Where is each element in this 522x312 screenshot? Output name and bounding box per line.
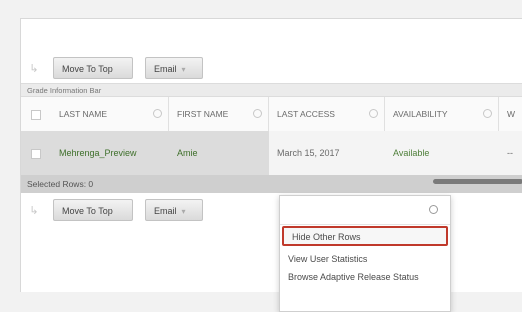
selected-rows-label: Selected Rows: 0 (27, 179, 94, 189)
row-checkbox[interactable] (31, 149, 41, 159)
top-action-bar: ↳ Move To Top Email ▾ (21, 55, 522, 81)
menu-item-browse-adaptive-release[interactable]: Browse Adaptive Release Status (280, 271, 430, 299)
chevron-down-icon: ▾ (181, 207, 186, 216)
cell-availability: Available (385, 131, 499, 175)
column-header-partial[interactable]: W (499, 97, 522, 131)
cell-last-name[interactable]: Mehrenga_Preview (51, 131, 169, 175)
email-label: Email (154, 206, 177, 216)
column-header-availability[interactable]: AVAILABILITY (385, 97, 499, 131)
column-options-icon[interactable] (253, 109, 262, 118)
select-arrow-icon: ↳ (29, 63, 39, 75)
column-header-label: FIRST NAME (177, 109, 229, 119)
menu-item-hide-other-rows[interactable]: Hide Other Rows (282, 226, 448, 246)
gear-icon[interactable] (429, 205, 438, 214)
menu-header (280, 196, 450, 225)
column-header-label: AVAILABILITY (393, 109, 448, 119)
move-to-top-label: Move To Top (62, 206, 113, 216)
column-header-label: LAST NAME (59, 109, 108, 119)
column-options-icon[interactable] (369, 109, 378, 118)
move-to-top-label: Move To Top (62, 64, 113, 74)
column-header-first-name[interactable]: FIRST NAME (169, 97, 269, 131)
menu-item-view-user-statistics[interactable]: View User Statistics (280, 253, 450, 267)
column-header-last-name[interactable]: LAST NAME (51, 97, 169, 131)
selected-rows-bar: Selected Rows: 0 (21, 175, 522, 193)
row-context-menu: Hide Other Rows View User Statistics Bro… (279, 195, 451, 312)
move-to-top-button-bottom[interactable]: Move To Top (53, 199, 133, 221)
chevron-down-icon: ▾ (181, 65, 186, 74)
info-bar-label: Grade Information Bar (27, 86, 102, 95)
column-header-label: LAST ACCESS (277, 109, 335, 119)
move-to-top-button[interactable]: Move To Top (53, 57, 133, 79)
horizontal-scrollbar[interactable] (433, 179, 522, 184)
table-header: LAST NAME FIRST NAME LAST ACCESS AVAILAB… (21, 97, 522, 132)
column-header-last-access[interactable]: LAST ACCESS (269, 97, 385, 131)
column-options-icon[interactable] (483, 109, 492, 118)
cell-partial: -- (499, 131, 522, 175)
email-button[interactable]: Email ▾ (145, 57, 203, 79)
table-row[interactable]: Mehrenga_Preview Amie March 15, 2017 Ava… (21, 131, 522, 176)
email-button-bottom[interactable]: Email ▾ (145, 199, 203, 221)
column-options-icon[interactable] (153, 109, 162, 118)
grade-information-bar: Grade Information Bar (21, 83, 522, 97)
cell-last-access: March 15, 2017 (269, 131, 385, 175)
select-all-checkbox[interactable] (31, 110, 41, 120)
column-header-label: W (507, 109, 516, 119)
email-label: Email (154, 64, 177, 74)
cell-first-name: Amie (177, 148, 198, 158)
grade-center-panel: ↳ Move To Top Email ▾ Grade Information B… (20, 18, 522, 312)
select-arrow-icon: ↳ (29, 205, 39, 217)
